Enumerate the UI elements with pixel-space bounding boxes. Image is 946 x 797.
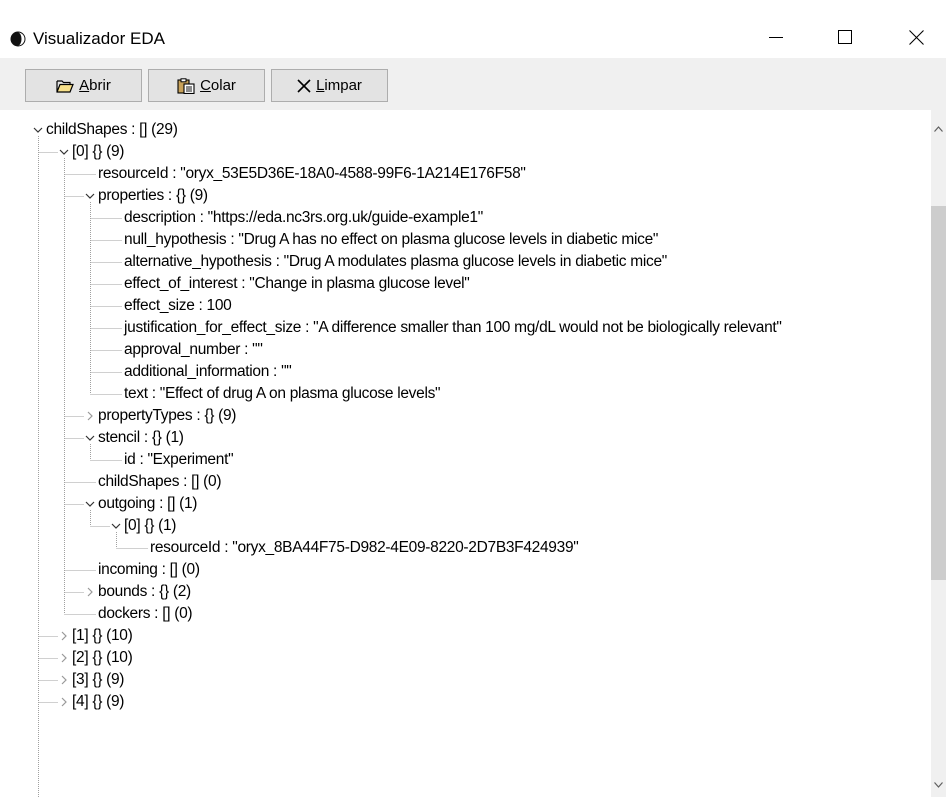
tree-node[interactable]: properties : {} (9) bbox=[98, 186, 208, 206]
tree-node[interactable]: [0] {} (9) bbox=[72, 142, 124, 162]
tree-node[interactable]: dockers : [] (0) bbox=[98, 604, 193, 624]
vertical-scrollbar[interactable] bbox=[931, 110, 946, 797]
paste-button[interactable]: Colar bbox=[148, 69, 265, 102]
tree-node[interactable]: resourceId : "oryx_8BA44F75-D982-4E09-82… bbox=[150, 538, 579, 558]
tree-node[interactable]: approval_number : "" bbox=[124, 340, 263, 360]
tree-node[interactable]: childShapes : [] (29) bbox=[46, 120, 178, 140]
chevron-up-icon bbox=[934, 126, 943, 132]
title-bar: Visualizador EDA bbox=[0, 0, 946, 58]
scroll-down-button[interactable] bbox=[931, 776, 946, 794]
folder-open-icon bbox=[56, 79, 75, 93]
tree-node[interactable]: [3] {} (9) bbox=[72, 670, 124, 690]
json-tree-view[interactable]: childShapes : [] (29) [0] {} (9) resourceI… bbox=[11, 110, 931, 797]
tree-node[interactable]: id : "Experiment" bbox=[124, 450, 234, 470]
tree-node[interactable]: bounds : {} (2) bbox=[98, 582, 191, 602]
chevron-down-icon[interactable] bbox=[58, 146, 70, 158]
app-icon bbox=[10, 31, 26, 47]
toolbar: Abrir Colar Limpar bbox=[0, 58, 946, 110]
tree-node[interactable]: additional_information : "" bbox=[124, 362, 292, 382]
maximize-icon bbox=[838, 30, 852, 44]
chevron-right-icon[interactable] bbox=[58, 696, 70, 708]
paste-label: olar bbox=[210, 77, 236, 94]
tree-node[interactable]: stencil : {} (1) bbox=[98, 428, 184, 448]
chevron-down-icon[interactable] bbox=[84, 190, 96, 202]
chevron-down-icon[interactable] bbox=[84, 432, 96, 444]
paste-label-mnemonic: C bbox=[200, 77, 211, 94]
scroll-up-button[interactable] bbox=[931, 120, 946, 138]
chevron-down-icon[interactable] bbox=[32, 124, 44, 136]
tree-node[interactable]: [4] {} (9) bbox=[72, 692, 124, 712]
tree-node[interactable]: [0] {} (1) bbox=[124, 516, 176, 536]
close-button[interactable] bbox=[893, 16, 939, 58]
tree-node[interactable]: effect_size : 100 bbox=[124, 296, 232, 316]
tree-node[interactable]: description : "https://eda.nc3rs.org.uk/… bbox=[124, 208, 483, 228]
minimize-icon bbox=[769, 37, 783, 38]
clear-button[interactable]: Limpar bbox=[271, 69, 388, 102]
window-title: Visualizador EDA bbox=[33, 29, 165, 48]
clipboard-icon bbox=[177, 77, 195, 94]
tree-node[interactable]: outgoing : [] (1) bbox=[98, 494, 197, 514]
chevron-right-icon[interactable] bbox=[58, 630, 70, 642]
chevron-right-icon[interactable] bbox=[84, 586, 96, 598]
open-button[interactable]: Abrir bbox=[25, 69, 142, 102]
minimize-button[interactable] bbox=[753, 16, 799, 58]
open-label-mnemonic: A bbox=[79, 77, 90, 94]
chevron-down-icon[interactable] bbox=[84, 498, 96, 510]
tree-node[interactable]: resourceId : "oryx_53E5D36E-18A0-4588-99… bbox=[98, 164, 526, 184]
tree-node[interactable]: propertyTypes : {} (9) bbox=[98, 406, 236, 426]
scrollbar-thumb[interactable] bbox=[931, 206, 946, 580]
open-label: brir bbox=[89, 77, 111, 94]
chevron-down-icon bbox=[934, 782, 943, 788]
maximize-button[interactable] bbox=[822, 16, 868, 58]
clear-label: impar bbox=[324, 77, 362, 94]
chevron-down-icon[interactable] bbox=[110, 520, 122, 532]
x-icon bbox=[297, 78, 311, 93]
close-icon bbox=[908, 29, 924, 45]
chevron-right-icon[interactable] bbox=[58, 652, 70, 664]
chevron-right-icon[interactable] bbox=[58, 674, 70, 686]
tree-node[interactable]: [2] {} (10) bbox=[72, 648, 133, 668]
tree-node[interactable]: text : "Effect of drug A on plasma gluco… bbox=[124, 384, 441, 404]
tree-node[interactable]: [1] {} (10) bbox=[72, 626, 133, 646]
tree-node[interactable]: null_hypothesis : "Drug A has no effect … bbox=[124, 230, 658, 250]
tree-node[interactable]: incoming : [] (0) bbox=[98, 560, 200, 580]
tree-node[interactable]: childShapes : [] (0) bbox=[98, 472, 222, 492]
tree-node[interactable]: justification_for_effect_size : "A diffe… bbox=[124, 318, 782, 338]
chevron-right-icon[interactable] bbox=[84, 410, 96, 422]
tree-node[interactable]: alternative_hypothesis : "Drug A modulat… bbox=[124, 252, 667, 272]
tree-node[interactable]: effect_of_interest : "Change in plasma g… bbox=[124, 274, 470, 294]
